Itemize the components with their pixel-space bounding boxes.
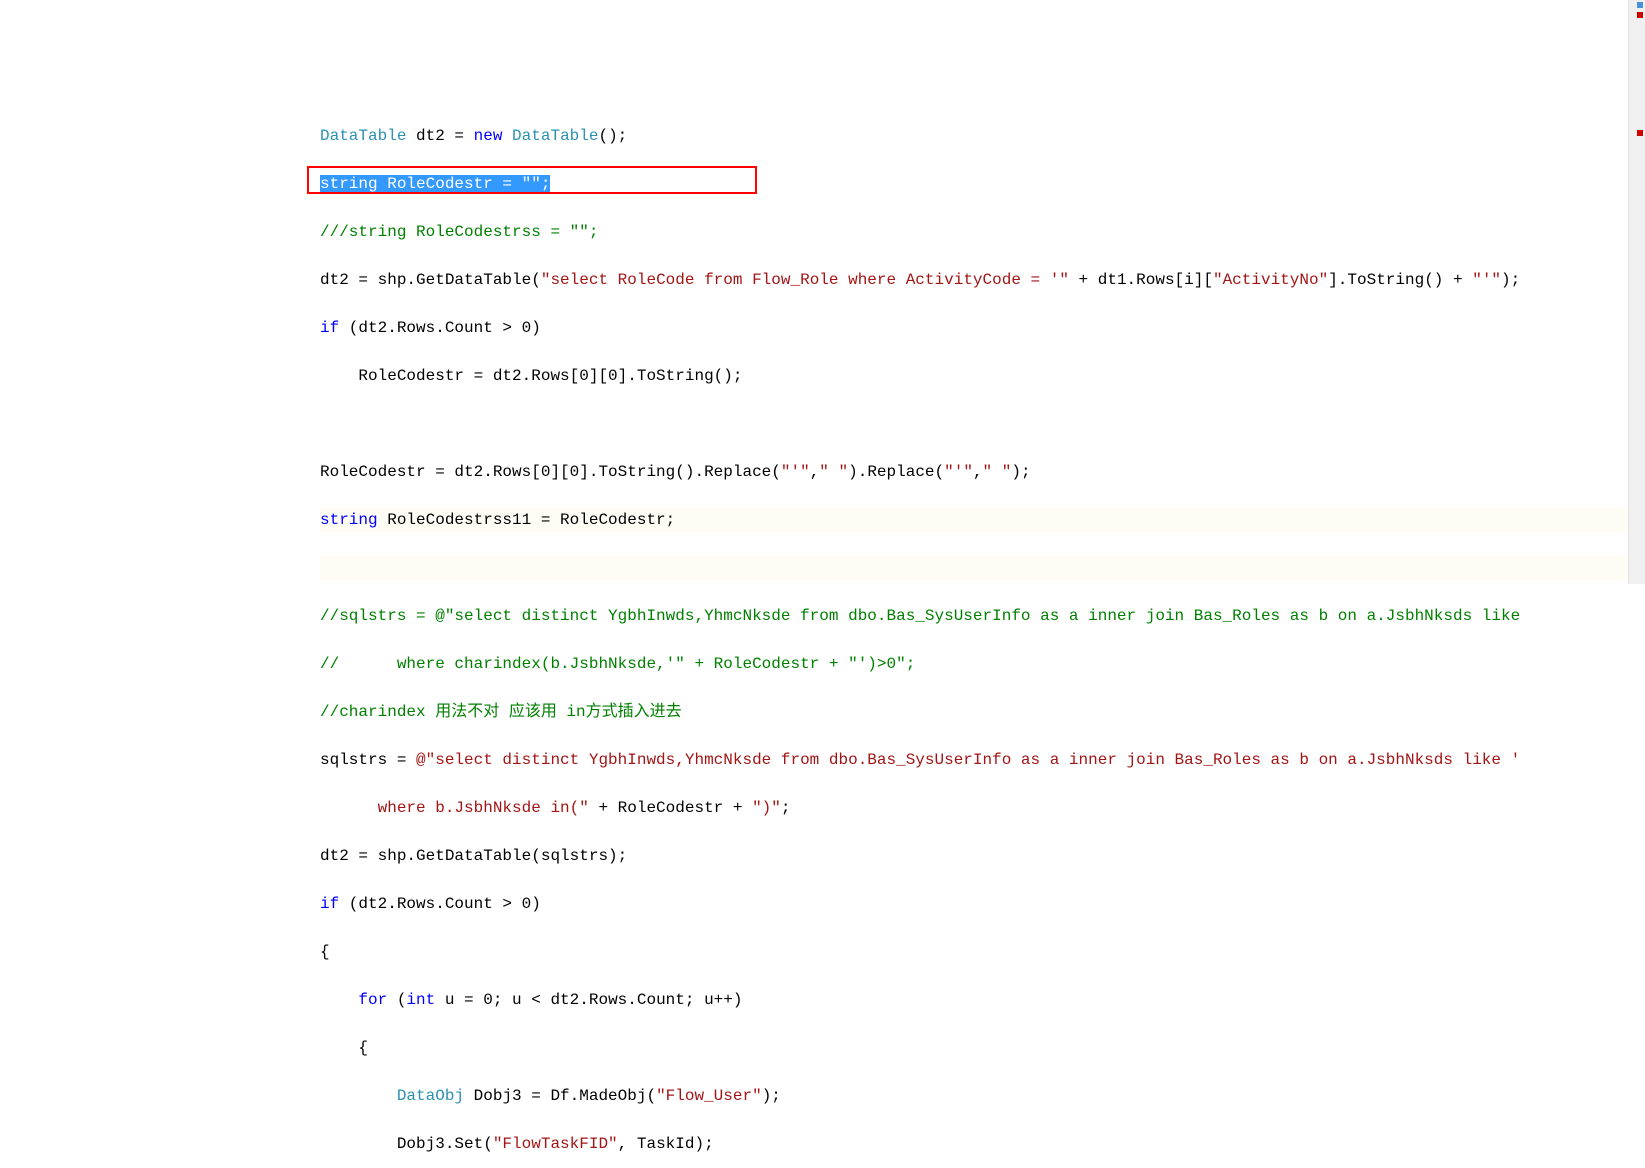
string-literal: @"select distinct YgbhInwds,YhmcNksde fr… xyxy=(416,751,1520,769)
string-literal: "select RoleCode from Flow_Role where Ac… xyxy=(541,271,1069,289)
code-line[interactable]: //sqlstrs = @"select distinct YgbhInwds,… xyxy=(320,604,1645,628)
string-keyword: string xyxy=(320,511,378,529)
code-line[interactable]: for (int u = 0; u < dt2.Rows.Count; u++) xyxy=(320,988,1645,1012)
comment: //sqlstrs = @"select distinct YgbhInwds,… xyxy=(320,607,1520,625)
scroll-marker-error xyxy=(1637,12,1643,18)
comment: // where charindex(b.JsbhNksde,'" + Role… xyxy=(320,655,915,673)
code-line[interactable]: ///string RoleCodestrss = ""; xyxy=(320,220,1645,244)
code-line[interactable]: { xyxy=(320,1036,1645,1060)
code-line[interactable]: RoleCodestr = dt2.Rows[0][0].ToString(); xyxy=(320,364,1645,388)
for-keyword: for xyxy=(358,991,387,1009)
code-line[interactable]: dt2 = shp.GetDataTable(sqlstrs); xyxy=(320,844,1645,868)
code-line[interactable]: string RoleCodestrss11 = RoleCodestr; xyxy=(320,508,1645,532)
code-line[interactable]: //charindex 用法不对 应该用 in方式插入进去 xyxy=(320,700,1645,724)
if-keyword: if xyxy=(320,895,339,913)
code-line-blank[interactable] xyxy=(320,556,1645,580)
type-keyword: DataTable xyxy=(320,127,406,145)
new-keyword: new xyxy=(474,127,503,145)
vertical-scrollbar[interactable] xyxy=(1628,0,1645,584)
text-selection: string RoleCodestr = ""; xyxy=(320,175,550,193)
code-line[interactable]: sqlstrs = @"select distinct YgbhInwds,Yh… xyxy=(320,748,1645,772)
code-line[interactable]: // where charindex(b.JsbhNksde,'" + Role… xyxy=(320,652,1645,676)
if-keyword: if xyxy=(320,319,339,337)
code-line-highlighted[interactable]: RoleCodestr = dt2.Rows[0][0].ToString().… xyxy=(320,460,1645,484)
code-editor[interactable]: DataTable dt2 = new DataTable(); string … xyxy=(0,96,1645,1168)
code-line[interactable]: Dobj3.Set("FlowTaskFID", TaskId); xyxy=(320,1132,1645,1156)
code-line-selected[interactable]: string RoleCodestr = ""; xyxy=(320,172,1645,196)
code-line[interactable]: if (dt2.Rows.Count > 0) xyxy=(320,892,1645,916)
comment: ///string RoleCodestrss = ""; xyxy=(320,223,598,241)
scroll-marker-error xyxy=(1637,130,1643,136)
int-keyword: int xyxy=(406,991,435,1009)
comment: //charindex 用法不对 应该用 in方式插入进去 xyxy=(320,703,682,721)
code-line[interactable]: DataTable dt2 = new DataTable(); xyxy=(320,124,1645,148)
code-line[interactable]: if (dt2.Rows.Count > 0) xyxy=(320,316,1645,340)
code-line[interactable]: dt2 = shp.GetDataTable("select RoleCode … xyxy=(320,268,1645,292)
scroll-marker-change xyxy=(1637,2,1643,8)
code-line[interactable]: { xyxy=(320,940,1645,964)
code-line[interactable]: where b.JsbhNksde in(" + RoleCodestr + "… xyxy=(320,796,1645,820)
code-line[interactable]: DataObj Dobj3 = Df.MadeObj("Flow_User"); xyxy=(320,1084,1645,1108)
type-keyword: DataObj xyxy=(397,1087,464,1105)
code-line-blank[interactable] xyxy=(320,412,1645,436)
